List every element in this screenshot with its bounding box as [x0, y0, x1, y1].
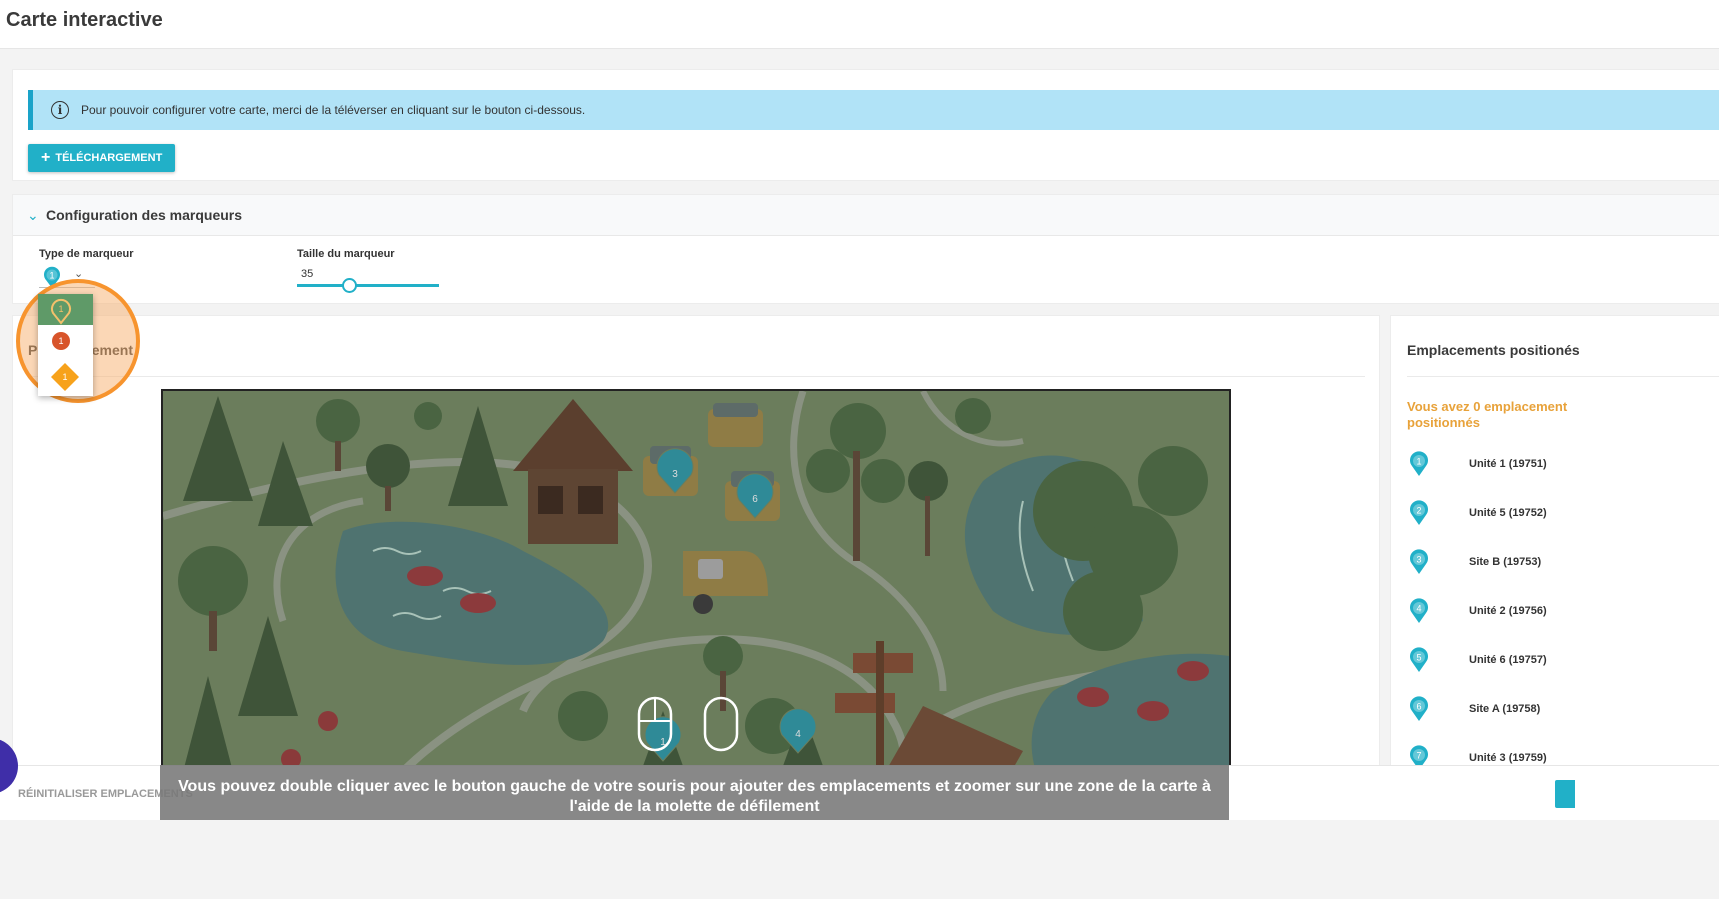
marker-size-slider[interactable] — [297, 278, 439, 293]
location-item[interactable]: 5 Unité 6 (19757) — [1407, 646, 1719, 676]
location-item[interactable]: 6 Site A (19758) — [1407, 695, 1719, 725]
plus-icon: + — [41, 149, 51, 166]
svg-text:4: 4 — [795, 729, 801, 740]
page-title: Carte interactive — [6, 9, 163, 31]
marker-type-dropdown[interactable]: 1 1 1 — [38, 294, 93, 396]
page-background — [0, 820, 1719, 899]
interactive-map[interactable]: 3 6 1 4 — [161, 389, 1231, 823]
svg-text:4: 4 — [1416, 604, 1421, 614]
info-icon: i — [51, 101, 69, 119]
svg-text:7: 7 — [1416, 751, 1421, 761]
locations-count: Vous avez 0 emplacement positionnés — [1407, 399, 1568, 430]
placement-panel: Positionnement — [12, 315, 1380, 823]
svg-text:6: 6 — [1416, 702, 1421, 712]
top-bar: Carte interactive — [0, 0, 1719, 49]
marker-type-label: Type de marqueur — [39, 248, 134, 260]
location-pin-icon: 5 — [1410, 647, 1428, 672]
location-pin-icon: 3 — [1410, 549, 1428, 574]
location-item[interactable]: 4 Unité 2 (19756) — [1407, 597, 1719, 627]
marker-option-circle[interactable]: 1 — [38, 326, 93, 357]
marker-size-value: 35 — [301, 268, 314, 280]
location-pin-icon: 2 — [1410, 500, 1428, 525]
location-name: Unité 3 (19759) — [1469, 752, 1547, 764]
svg-text:1: 1 — [49, 271, 54, 281]
locations-title: Emplacements positionés — [1407, 342, 1580, 358]
svg-text:1: 1 — [58, 336, 63, 346]
save-button[interactable] — [1555, 780, 1575, 808]
svg-text:5: 5 — [1416, 653, 1421, 663]
svg-text:6: 6 — [752, 494, 758, 505]
marker-option-diamond[interactable]: 1 — [38, 358, 93, 391]
alert-message: Pour pouvoir configurer votre carte, mer… — [81, 103, 586, 117]
location-item[interactable]: 2 Unité 5 (19752) — [1407, 499, 1719, 529]
svg-text:1: 1 — [58, 304, 63, 314]
svg-text:3: 3 — [1416, 555, 1421, 565]
location-item[interactable]: 3 Site B (19753) — [1407, 548, 1719, 578]
location-item[interactable]: 1 Unité 1 (19751) — [1407, 450, 1719, 480]
divider — [1407, 376, 1719, 377]
marker-config-title: Configuration des marqueurs — [46, 207, 243, 223]
pin-outline-icon: 1 — [51, 298, 71, 325]
divider — [28, 376, 1365, 377]
location-name: Unité 1 (19751) — [1469, 458, 1547, 470]
svg-text:1: 1 — [1416, 457, 1421, 467]
locations-panel: Emplacements positionés Vous avez 0 empl… — [1390, 315, 1719, 817]
location-pin-icon: 4 — [1410, 598, 1428, 623]
map-hint: Vous pouvez double cliquer avec le bouto… — [160, 765, 1229, 820]
location-pin-icon: 6 — [1410, 696, 1428, 721]
diamond-marker-icon: 1 — [51, 363, 79, 391]
location-name: Unité 6 (19757) — [1469, 654, 1547, 666]
slider-thumb[interactable] — [342, 278, 357, 293]
svg-text:3: 3 — [672, 469, 678, 480]
location-name: Site A (19758) — [1469, 703, 1541, 715]
upload-button[interactable]: + TÉLÉCHARGEMENT — [28, 144, 176, 172]
marker-config-header[interactable]: ⌄ Configuration des marqueurs — [13, 195, 1719, 236]
location-pin-icon: 1 — [1410, 451, 1428, 476]
upload-button-label: TÉLÉCHARGEMENT — [55, 152, 163, 164]
circle-marker-icon: 1 — [52, 332, 70, 350]
upload-card: i Pour pouvoir configurer votre carte, m… — [12, 69, 1719, 181]
marker-config-panel: ⌄ Configuration des marqueurs Type de ma… — [12, 194, 1719, 304]
info-alert: i Pour pouvoir configurer votre carte, m… — [28, 90, 1719, 130]
chevron-down-icon[interactable]: ⌄ — [27, 207, 39, 224]
location-name: Unité 2 (19756) — [1469, 605, 1547, 617]
location-name: Site B (19753) — [1469, 556, 1542, 568]
svg-text:2: 2 — [1416, 506, 1421, 516]
marker-option-pin[interactable]: 1 — [38, 294, 93, 325]
marker-size-label: Taille du marqueur — [297, 248, 395, 260]
svg-text:1: 1 — [62, 372, 67, 382]
location-name: Unité 5 (19752) — [1469, 507, 1547, 519]
map-image[interactable]: 3 6 1 4 — [163, 391, 1229, 821]
